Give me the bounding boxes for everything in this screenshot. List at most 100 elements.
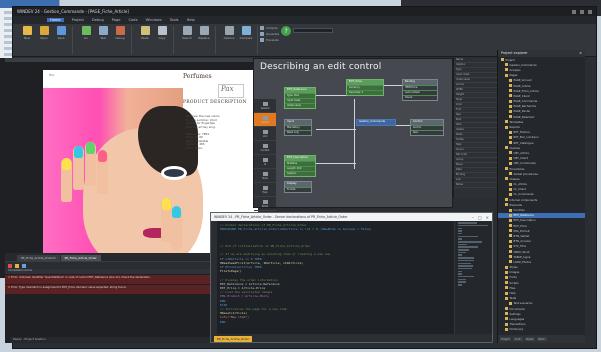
help-icon[interactable]: ?	[281, 26, 292, 36]
description-line: Color: Neon	[186, 145, 203, 150]
explorer-footer-tab[interactable]: Cont.	[513, 337, 523, 341]
product-description-heading[interactable]: PRODUCT DESCRIPTION	[183, 100, 247, 105]
ribbon-button-label: Search	[182, 36, 192, 40]
flow-tab-general[interactable]: General	[254, 99, 276, 113]
ribbon-button-label: Options	[223, 36, 235, 40]
product-description-text[interactable]: Discover the new colors for this summer. …	[186, 114, 246, 150]
flow-node-row: Check	[403, 95, 437, 100]
menu-item-debug[interactable]: Debug	[92, 18, 104, 22]
error-row[interactable]: ✖ Error: Type mismatch in assignment to …	[5, 285, 211, 294]
menu-item-code[interactable]: Code	[128, 18, 137, 22]
close-button[interactable]	[588, 9, 592, 14]
explorer-item-label: Classes	[509, 176, 520, 181]
signature-image[interactable]: Pax	[218, 84, 244, 98]
info-filter-icon[interactable]	[22, 263, 26, 268]
page-title[interactable]: Perfumes	[183, 73, 212, 80]
folder-icon	[509, 208, 512, 212]
explorer-item-label: PAGE_Accueil	[513, 78, 532, 83]
minimap-line	[458, 275, 475, 278]
window-title: WINDEV 24 - Gestion_Commande - [PAGE_Fic…	[17, 9, 129, 14]
minimize-button[interactable]	[572, 9, 576, 14]
error-filter-icon[interactable]	[8, 263, 12, 268]
flow-node[interactable]: Display Format	[284, 181, 312, 193]
save-button[interactable]: Save	[54, 26, 68, 40]
flow-node[interactable]: Input Mandatory Read only	[284, 119, 312, 136]
code-text[interactable]: // Global declarations of PR_Fiche_Artic…	[220, 223, 452, 332]
property-row[interactable]: Notes	[454, 183, 497, 188]
explorer-item-label: Global procedures	[513, 171, 538, 176]
close-icon[interactable]: ×	[486, 215, 489, 220]
explorer-tree-item[interactable]: Dictionary	[498, 327, 585, 332]
flow-tab-content[interactable]: Content	[254, 141, 276, 155]
options-button[interactable]: Options	[222, 26, 236, 40]
ribbon-button-label: Replace	[198, 36, 210, 40]
code-tabs: PR_Fiche_Article_Order	[211, 334, 492, 342]
code-tab[interactable]: PR_Fiche_Article_Order	[214, 336, 252, 342]
flow-tab-label: Notes	[261, 204, 269, 208]
flow-tab-details[interactable]: Details	[254, 113, 276, 127]
menu-item-home[interactable]: Home	[47, 18, 64, 22]
folder-icon	[505, 198, 508, 202]
minimap-line	[458, 224, 488, 227]
generate-button[interactable]: Generate	[260, 32, 279, 36]
explorer-item-label: Procedures	[509, 166, 525, 171]
ruler	[5, 58, 258, 62]
search-button[interactable]: Search	[180, 26, 194, 40]
flow-node[interactable]: EDT_Reference Type: Text Input mask Initial…	[284, 87, 316, 109]
explorer-footer-tab[interactable]: Elem.	[536, 337, 547, 341]
flow-node[interactable]: Control Anchor Size	[410, 119, 444, 136]
copy-button[interactable]: Copy	[155, 26, 169, 40]
ribbon-button-label: Open	[40, 36, 48, 40]
error-row[interactable]: ✖ Error: Unknown identifier 'QuantiteSto…	[5, 275, 211, 284]
minimap-line	[458, 257, 474, 259]
ribbon-small-label: Compile	[266, 26, 278, 30]
menu-item-tools[interactable]: Tools	[170, 18, 179, 22]
flow-tab-link[interactable]: Link	[254, 127, 276, 141]
flow-tab-style[interactable]: Style	[254, 169, 276, 183]
play-icon	[81, 26, 91, 35]
flow-tab-notes[interactable]: Notes	[254, 197, 276, 211]
flow-node[interactable]: Gestion_Commande	[356, 119, 396, 126]
folder-icon	[509, 151, 512, 155]
explorer-item-label: EDT_Reference	[513, 213, 534, 218]
warning-filter-icon[interactable]	[15, 263, 19, 268]
compile-button[interactable]: Compile	[260, 26, 279, 30]
menu-item-windows[interactable]: Windows	[146, 18, 162, 22]
paste-button[interactable]: Paste	[138, 26, 152, 40]
menu-item-help[interactable]: Help	[187, 18, 195, 22]
minimap-line	[458, 262, 472, 264]
explorer-footer-tab[interactable]: Styles	[524, 337, 535, 341]
translate-button[interactable]: Translate	[260, 38, 279, 42]
flow-node[interactable]: EDT_Description Multiline Length: 200 Capti…	[284, 155, 316, 177]
go-button[interactable]: Go	[79, 26, 93, 40]
open-button[interactable]: Open	[37, 26, 51, 40]
compare-button[interactable]: Compare	[239, 26, 253, 40]
close-icon[interactable]: ×	[579, 51, 582, 56]
new-button[interactable]: New	[20, 26, 34, 40]
flow-node[interactable]: Binding ITEM.Price Auto-refresh Check	[402, 79, 438, 101]
menu-item-page[interactable]: Page	[112, 18, 121, 22]
debug-button[interactable]: Debug	[113, 26, 127, 40]
finger-shape	[97, 150, 108, 194]
ribbon-small-commands: Compile Generate Translate	[260, 26, 279, 42]
minimap-line	[458, 222, 478, 224]
minimap-line	[458, 281, 466, 283]
minimize-icon[interactable]: –	[472, 215, 474, 220]
explorer-item-label: CL_Article	[513, 182, 527, 187]
folder-icon	[509, 301, 512, 305]
flow-tab-help[interactable]: Help	[254, 183, 276, 197]
code-minimap[interactable]	[454, 221, 492, 334]
compilation-output-panel: Compilation errors ✖ Error: Unknown iden…	[5, 261, 216, 343]
menu-item-project[interactable]: Project	[72, 18, 84, 22]
test-button[interactable]: Test	[96, 26, 110, 40]
folder-icon	[509, 130, 512, 134]
ribbon-group: Go Test Debug	[75, 26, 132, 54]
explorer-footer-tab[interactable]: Project	[500, 337, 512, 341]
replace-button[interactable]: Replace	[197, 26, 211, 40]
flow-node[interactable]: EDT_Price Currency Decimals: 2	[346, 79, 384, 96]
flow-tab-ui[interactable]: UI	[254, 155, 276, 169]
product-image[interactable]	[43, 88, 203, 253]
maximize-icon[interactable]: □	[478, 215, 482, 220]
ribbon-search-input[interactable]	[293, 28, 334, 33]
maximize-button[interactable]	[580, 9, 584, 14]
